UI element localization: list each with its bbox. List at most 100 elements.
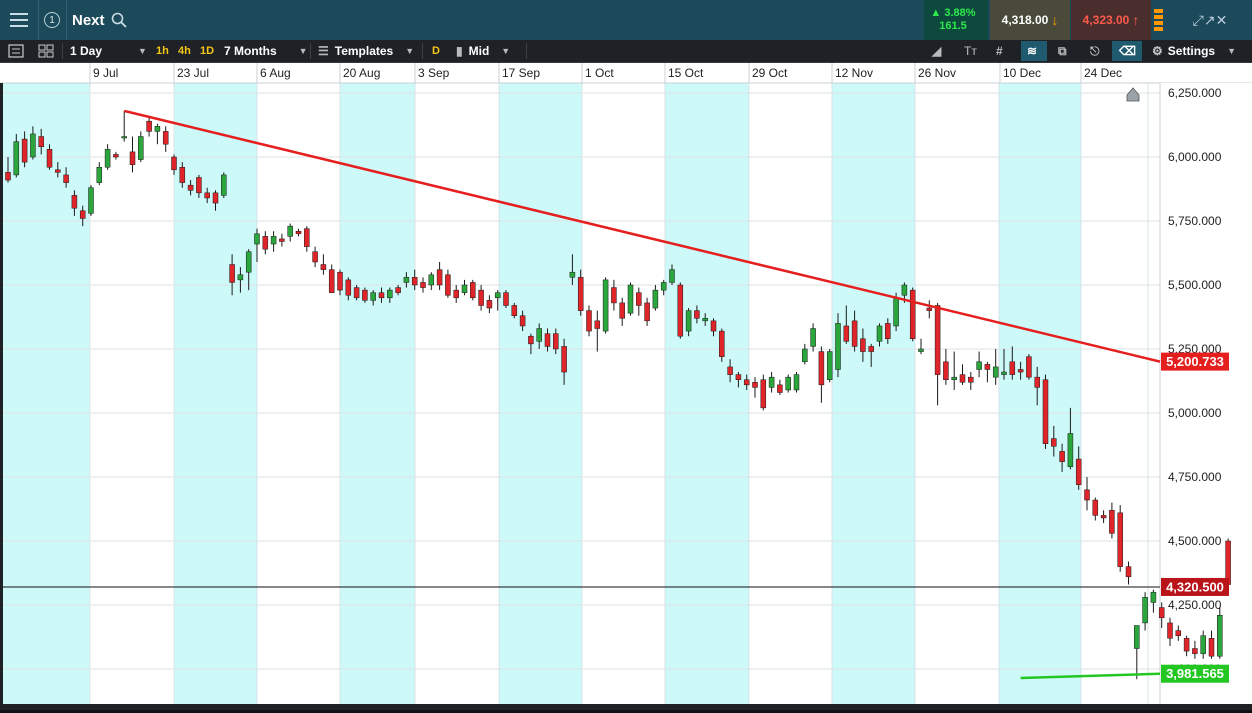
candle-body bbox=[851, 320, 858, 347]
price-axis-label: 5,000.000 bbox=[1168, 406, 1222, 420]
candle-body bbox=[652, 289, 659, 309]
candle-body bbox=[129, 151, 136, 165]
candle-body bbox=[312, 251, 318, 263]
candle-body bbox=[752, 382, 758, 388]
candle-body bbox=[594, 320, 601, 329]
chevron-down-icon: ▼ bbox=[138, 46, 147, 56]
settings-dropdown[interactable]: ⚙ Settings ▼ bbox=[1152, 40, 1236, 62]
price-type-dropdown[interactable]: ▮ Mid ▼ bbox=[456, 40, 510, 62]
candle-body bbox=[71, 195, 78, 209]
layout-grid-icon[interactable] bbox=[38, 40, 54, 62]
price-axis-label: 4,250.000 bbox=[1168, 598, 1222, 612]
candle-body bbox=[162, 131, 169, 145]
candle-body bbox=[868, 346, 874, 352]
candle-body bbox=[287, 225, 293, 237]
candle-body bbox=[885, 323, 891, 340]
chevron-down-icon: ▼ bbox=[298, 46, 308, 56]
candle-body bbox=[79, 210, 86, 219]
price-axis-label: 6,000.000 bbox=[1168, 150, 1222, 164]
candle-body bbox=[1208, 638, 1215, 657]
candle-body bbox=[702, 318, 708, 322]
quick-interval-1d[interactable]: 1D bbox=[200, 40, 214, 62]
candle-body bbox=[1175, 630, 1182, 636]
clone-icon[interactable]: ⧉ bbox=[1058, 40, 1067, 62]
instance-number-badge[interactable]: 1 bbox=[38, 0, 67, 40]
candle-body bbox=[1109, 510, 1115, 534]
candle-body bbox=[1075, 458, 1082, 485]
candle-body bbox=[735, 374, 742, 380]
candle-body bbox=[353, 287, 360, 299]
candle-body bbox=[627, 284, 634, 314]
buy-button[interactable]: 4,323.00 ↑ bbox=[1071, 0, 1151, 40]
candle-body bbox=[221, 174, 227, 196]
candle-body bbox=[602, 279, 609, 332]
sell-button[interactable]: 4,318.00 ↓ bbox=[990, 0, 1070, 40]
d-badge[interactable]: D bbox=[432, 40, 440, 62]
candle-body bbox=[212, 192, 219, 204]
indicator-icon[interactable]: ≋ bbox=[1027, 40, 1037, 62]
eraser-icon[interactable]: ⌫ bbox=[1119, 40, 1136, 62]
crosshair-icon[interactable]: # bbox=[996, 40, 1003, 62]
draw-line-icon[interactable]: ◢ bbox=[932, 40, 941, 62]
candle-body bbox=[304, 228, 310, 247]
candle-body bbox=[1100, 515, 1107, 519]
time-axis-label: 23 Jul bbox=[177, 66, 209, 80]
candle-body bbox=[154, 126, 161, 132]
price-axis-label: 6,250.000 bbox=[1168, 86, 1222, 100]
text-tool-icon[interactable]: Tᴛ bbox=[964, 40, 977, 62]
candle-body bbox=[760, 379, 767, 409]
sell-price: 4,318.00 bbox=[1001, 13, 1049, 27]
candle-body bbox=[121, 136, 127, 139]
candle-body bbox=[909, 289, 916, 340]
candle-body bbox=[569, 271, 576, 278]
candle-body bbox=[254, 233, 260, 245]
candle-body bbox=[55, 169, 61, 173]
candlestick-chart-svg[interactable]: 9 Jul 23 Jul 6 Aug 20 Aug 3 Sep 17 Sep 1 Oct 15… bbox=[0, 63, 1252, 710]
candle-body bbox=[146, 120, 152, 132]
range-dropdown[interactable]: 7 Months ▼ bbox=[224, 40, 308, 62]
candle-body bbox=[378, 292, 385, 299]
candle-body bbox=[1092, 499, 1099, 516]
instrument-title: Next bbox=[72, 11, 105, 29]
expand-icon[interactable]: ⤢ bbox=[1193, 12, 1204, 29]
left-border bbox=[0, 83, 3, 710]
candle-body bbox=[818, 351, 825, 386]
candle-body bbox=[320, 264, 327, 270]
candle-body bbox=[337, 271, 343, 291]
current-price-label: 4,320.500 bbox=[1166, 579, 1224, 594]
candle-body bbox=[1042, 379, 1049, 444]
candle-body bbox=[951, 376, 957, 380]
candle-body bbox=[611, 287, 617, 304]
time-axis-label: 10 Dec bbox=[1003, 66, 1041, 80]
candle-body bbox=[959, 374, 966, 383]
candle-body bbox=[486, 300, 493, 309]
candle-body bbox=[1026, 356, 1032, 378]
interval-label: 1 Day bbox=[70, 44, 103, 58]
time-band bbox=[832, 83, 915, 710]
close-icon[interactable]: ✕ bbox=[1216, 12, 1228, 29]
candle-body bbox=[1001, 371, 1007, 375]
quick-interval-1h[interactable]: 1h bbox=[156, 40, 169, 62]
interval-dropdown[interactable]: 1 Day ▼ bbox=[70, 40, 147, 62]
candle-body bbox=[478, 289, 484, 306]
alert-icon[interactable]: ⎋ bbox=[1090, 40, 1100, 62]
price-chart[interactable]: 9 Jul 23 Jul 6 Aug 20 Aug 3 Sep 17 Sep 1 Oct 15… bbox=[0, 63, 1252, 710]
quick-interval-4h[interactable]: 4h bbox=[178, 40, 191, 62]
search-icon[interactable] bbox=[110, 0, 128, 40]
candle-body bbox=[1150, 591, 1157, 603]
candle-body bbox=[470, 282, 476, 299]
price-axis-label: 4,750.000 bbox=[1168, 470, 1222, 484]
candle-body bbox=[660, 282, 667, 291]
candle-body bbox=[1009, 361, 1016, 375]
popout-icon[interactable]: ↗ bbox=[1204, 12, 1216, 29]
candle-body bbox=[743, 379, 750, 386]
candle-body bbox=[1183, 638, 1190, 652]
candle-body bbox=[528, 335, 534, 345]
hamburger-menu-icon[interactable] bbox=[0, 0, 39, 40]
candle-body bbox=[918, 348, 924, 352]
candle-body bbox=[677, 284, 684, 337]
price-change: ▲ 3.88% 161.5 bbox=[924, 0, 988, 40]
templates-dropdown[interactable]: ☰ Templates ▼ bbox=[318, 40, 414, 62]
candle-body bbox=[644, 302, 650, 322]
list-view-icon[interactable] bbox=[8, 40, 24, 62]
